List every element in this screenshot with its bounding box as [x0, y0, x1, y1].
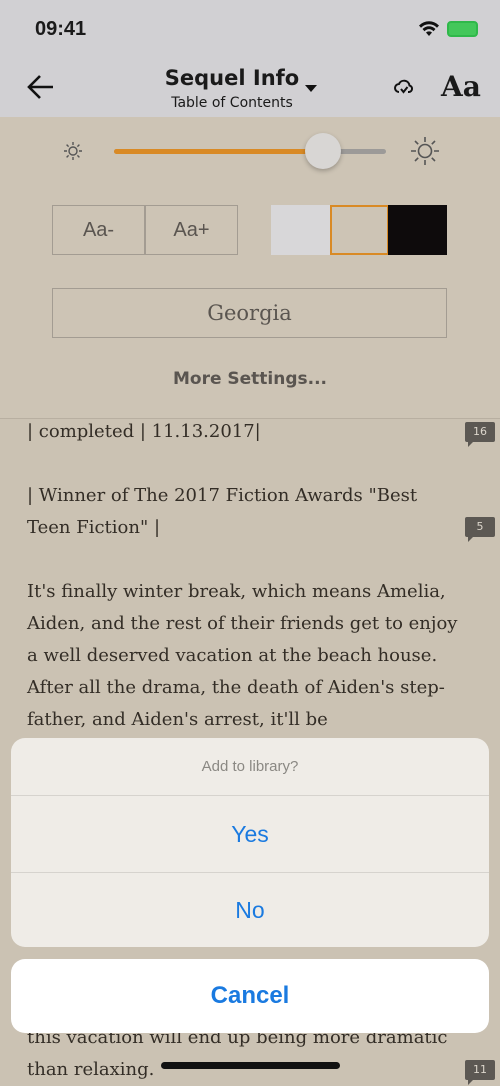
paragraph: | completed | 11.13.2017|	[27, 421, 261, 442]
font-family-button[interactable]: Georgia	[52, 288, 447, 338]
yes-button[interactable]: Yes	[11, 796, 489, 872]
paragraph: It's finally winter break, which means A…	[27, 581, 458, 730]
font-settings-icon[interactable]: Aa	[441, 70, 481, 103]
comment-count-badge[interactable]: 16	[465, 422, 495, 447]
toc-link[interactable]: Table of Contents	[0, 95, 464, 111]
cloud-sync-icon[interactable]	[393, 78, 415, 96]
theme-sepia-swatch[interactable]	[330, 205, 389, 255]
paragraph: | Winner of The 2017 Fiction Awards "Bes…	[27, 485, 418, 538]
theme-white-swatch[interactable]	[271, 205, 330, 255]
font-increase-button[interactable]: Aa+	[145, 205, 238, 255]
chevron-down-icon[interactable]	[305, 85, 317, 92]
brightness-high-icon	[411, 137, 439, 165]
more-settings-link[interactable]: More Settings...	[0, 369, 500, 389]
theme-dark-swatch[interactable]	[388, 205, 447, 255]
action-sheet-title: Add to library?	[11, 738, 489, 796]
font-decrease-button[interactable]: Aa-	[52, 205, 145, 255]
comment-count-badge[interactable]: 11	[465, 1060, 495, 1085]
add-to-library-action-sheet: Add to library? Yes No	[11, 738, 489, 947]
comment-count-badge[interactable]: 5	[465, 517, 495, 542]
status-bar: 09:41	[0, 0, 500, 58]
no-button[interactable]: No	[11, 872, 489, 947]
nav-bar: Sequel Info Table of Contents Aa	[0, 58, 500, 117]
wifi-icon	[419, 21, 439, 36]
cancel-button[interactable]: Cancel	[11, 959, 489, 1033]
home-indicator	[161, 1062, 340, 1069]
status-time: 09:41	[35, 18, 87, 40]
brightness-slider-fill	[114, 149, 324, 154]
paragraph-line: than relaxing.	[27, 1059, 155, 1080]
brightness-low-icon	[64, 142, 82, 160]
battery-icon	[447, 21, 478, 37]
brightness-slider[interactable]	[114, 149, 386, 154]
